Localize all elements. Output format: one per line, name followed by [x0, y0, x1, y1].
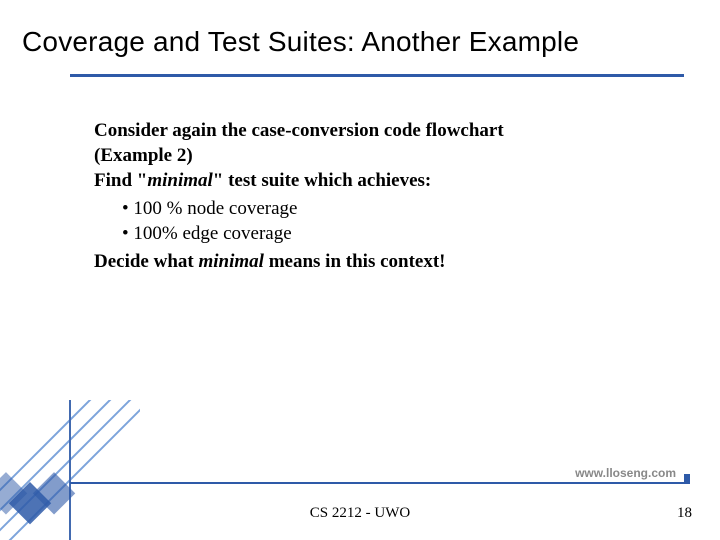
slide-body: Consider again the case-conversion code … [94, 118, 654, 274]
body-line-1a: Consider again the case-conversion code … [94, 118, 654, 143]
body-line-2: Find "minimal" test suite which achieves… [94, 168, 654, 193]
slide-title: Coverage and Test Suites: Another Exampl… [22, 26, 579, 58]
rule-cap [684, 474, 690, 484]
bullet-item: 100 % node coverage [122, 196, 654, 221]
bottom-rule [70, 482, 684, 484]
body-line-2-post: " test suite which achieves: [213, 170, 431, 191]
body-line-3-post: means in this context! [264, 251, 446, 272]
footer-course: CS 2212 - UWO [0, 505, 720, 522]
body-line-1b: (Example 2) [94, 143, 654, 168]
slide: Coverage and Test Suites: Another Exampl… [0, 0, 720, 540]
body-line-2-em: minimal [147, 170, 212, 191]
bullet-list: 100 % node coverage 100% edge coverage [122, 196, 654, 246]
footer-url: www.lloseng.com [569, 466, 682, 480]
body-line-3-em: minimal [198, 251, 263, 272]
top-rule [70, 74, 684, 77]
body-line-2-pre: Find " [94, 170, 147, 191]
body-line-3: Decide what minimal means in this contex… [94, 249, 654, 274]
page-number: 18 [677, 505, 692, 522]
bullet-item: 100% edge coverage [122, 221, 654, 246]
body-line-3-pre: Decide what [94, 251, 198, 272]
